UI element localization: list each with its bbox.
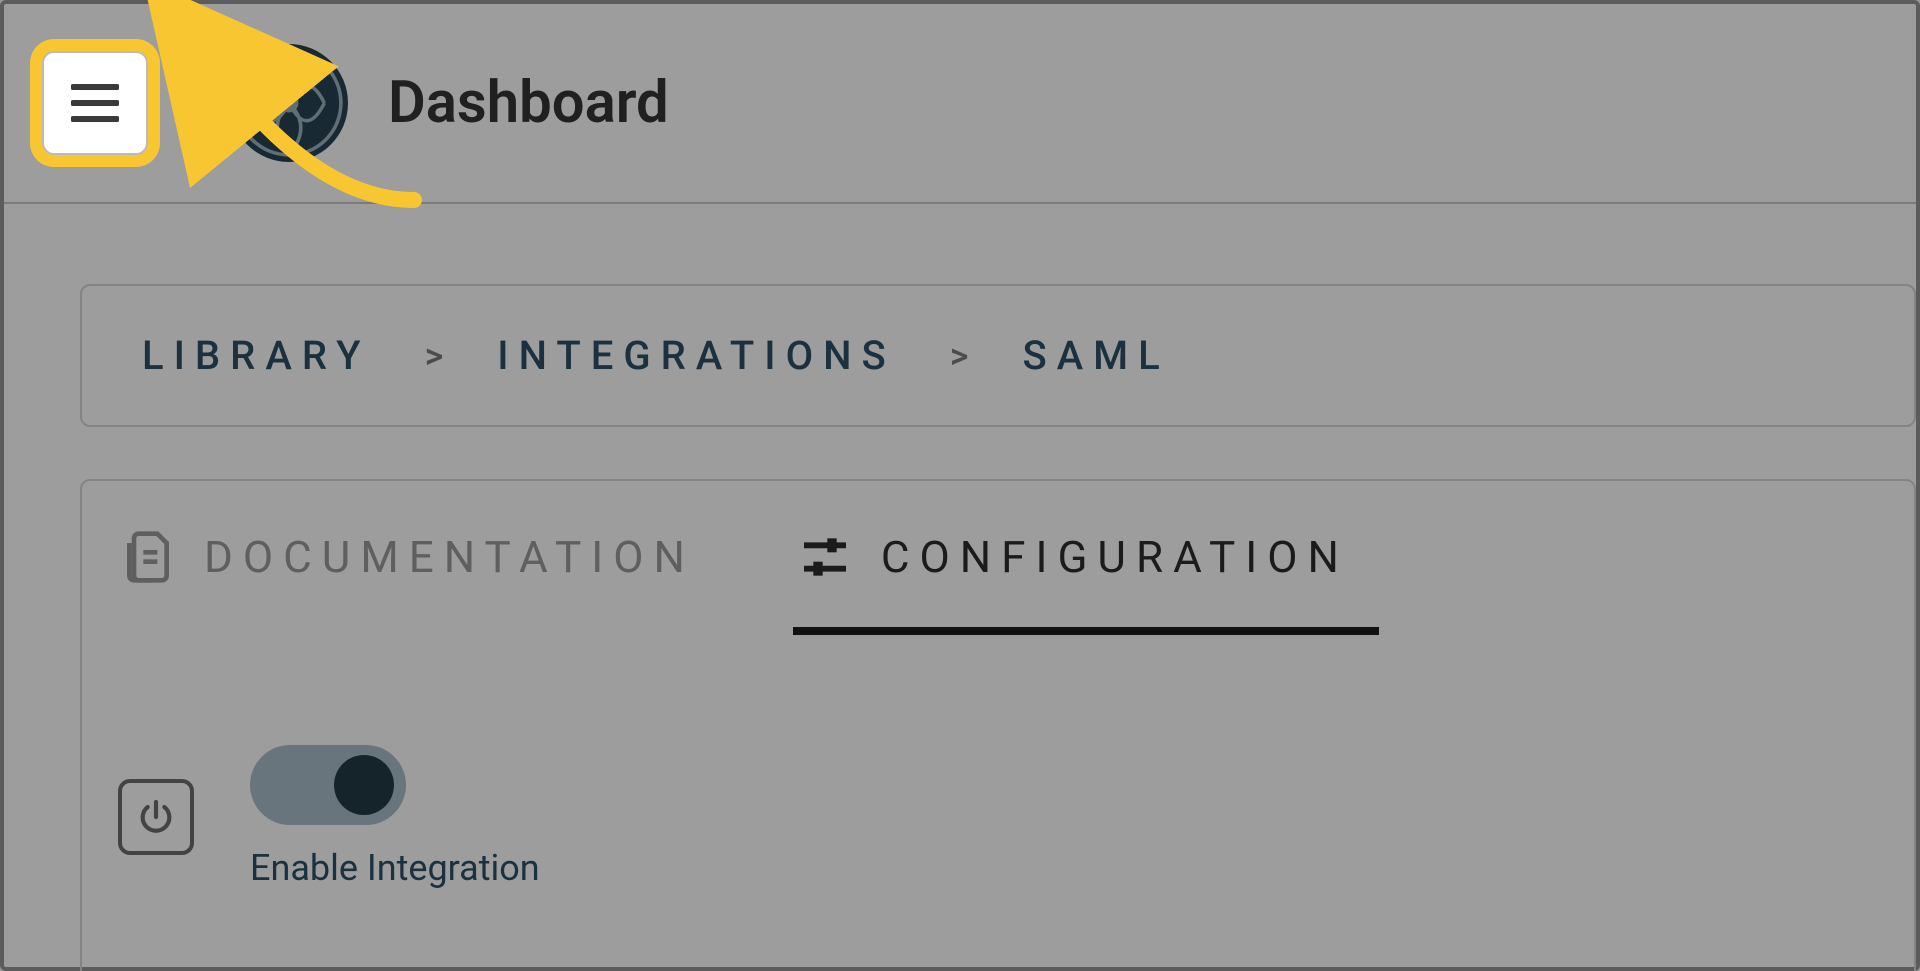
enable-integration-toggle[interactable]	[250, 745, 406, 825]
tab-documentation[interactable]: DOCUMENTATION	[116, 521, 725, 635]
hamburger-icon	[71, 83, 119, 123]
breadcrumb: LIBRARY > INTEGRATIONS > SAML	[80, 284, 1916, 427]
sliders-icon	[797, 529, 853, 585]
tab-label: DOCUMENTATION	[204, 531, 695, 583]
config-section: Enable Integration Identity Provider Ent…	[116, 745, 1880, 971]
power-icon	[136, 797, 176, 837]
chevron-right-icon: >	[425, 335, 444, 377]
page-title: Dashboard	[388, 69, 669, 137]
enable-row: Enable Integration	[118, 745, 1880, 889]
enable-integration-label: Enable Integration	[250, 847, 540, 889]
integration-card: DOCUMENTATION CONFIGURATION	[80, 479, 1916, 971]
tabs: DOCUMENTATION CONFIGURATION	[116, 521, 1880, 635]
header: Dashboard	[4, 4, 1916, 204]
chevron-right-icon: >	[950, 335, 969, 377]
app-frame: Dashboard LIBRARY > INTEGRATIONS > SAML …	[0, 0, 1920, 971]
menu-button[interactable]	[42, 51, 148, 155]
toggle-knob	[334, 755, 394, 815]
field-entity-id-label: Identity Provider Entity ID	[118, 967, 1880, 971]
breadcrumb-saml[interactable]: SAML	[1022, 332, 1169, 379]
document-icon	[120, 529, 176, 585]
tab-configuration[interactable]: CONFIGURATION	[793, 521, 1379, 635]
content: LIBRARY > INTEGRATIONS > SAML DOCUMENTAT…	[4, 204, 1916, 971]
breadcrumb-integrations[interactable]: INTEGRATIONS	[497, 332, 895, 379]
power-icon-box	[118, 779, 194, 855]
tab-label: CONFIGURATION	[881, 531, 1349, 583]
app-logo	[230, 44, 348, 162]
breadcrumb-library[interactable]: LIBRARY	[142, 332, 371, 379]
